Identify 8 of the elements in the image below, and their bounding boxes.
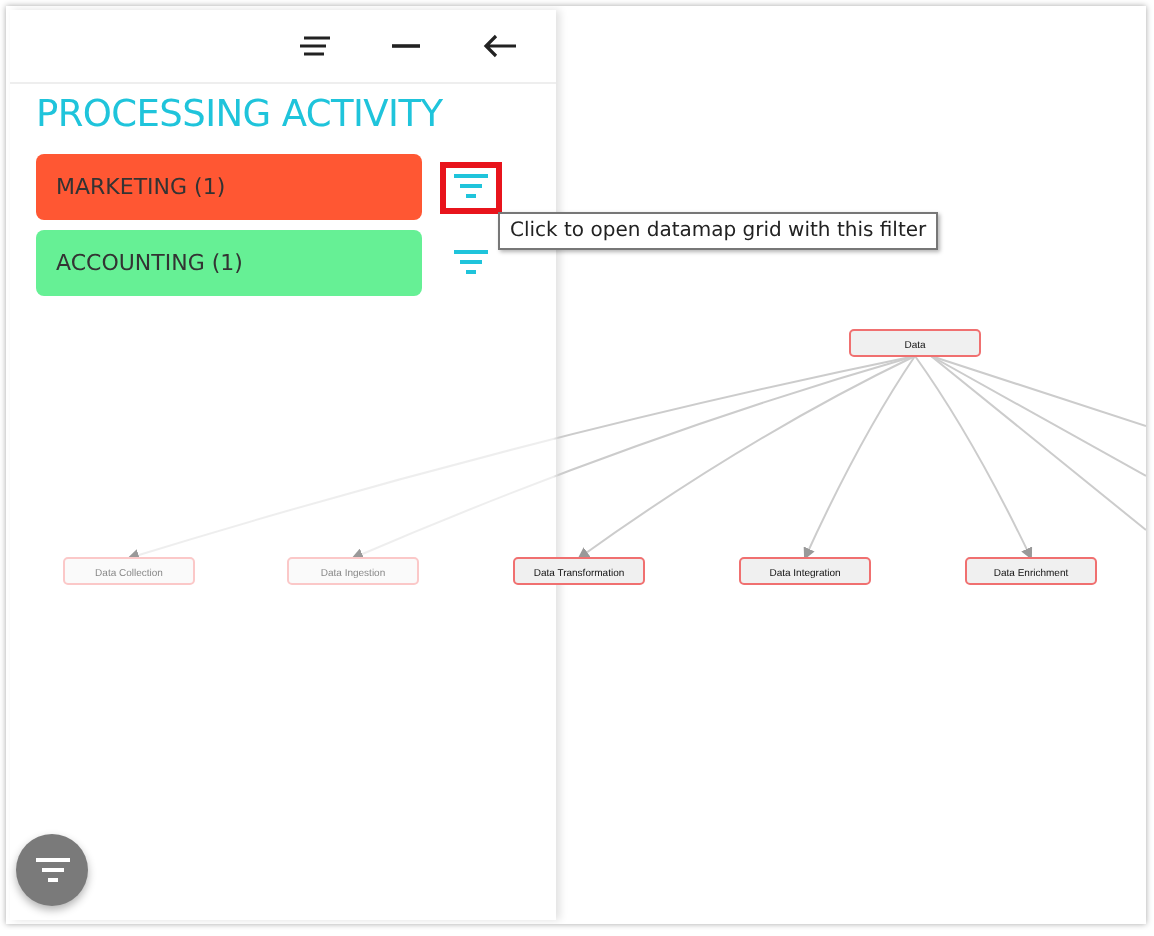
category-button[interactable]: MARKETING (1) [36, 154, 422, 220]
filter-icon [454, 174, 488, 200]
panel-title: PROCESSING ACTIVITY [36, 94, 445, 136]
filter-button[interactable] [440, 161, 502, 213]
filter-icon [35, 857, 69, 883]
filter-icon [454, 250, 488, 276]
category-button[interactable]: ACCOUNTING (1) [36, 230, 422, 296]
tooltip: Click to open datamap grid with this filter [498, 212, 939, 250]
